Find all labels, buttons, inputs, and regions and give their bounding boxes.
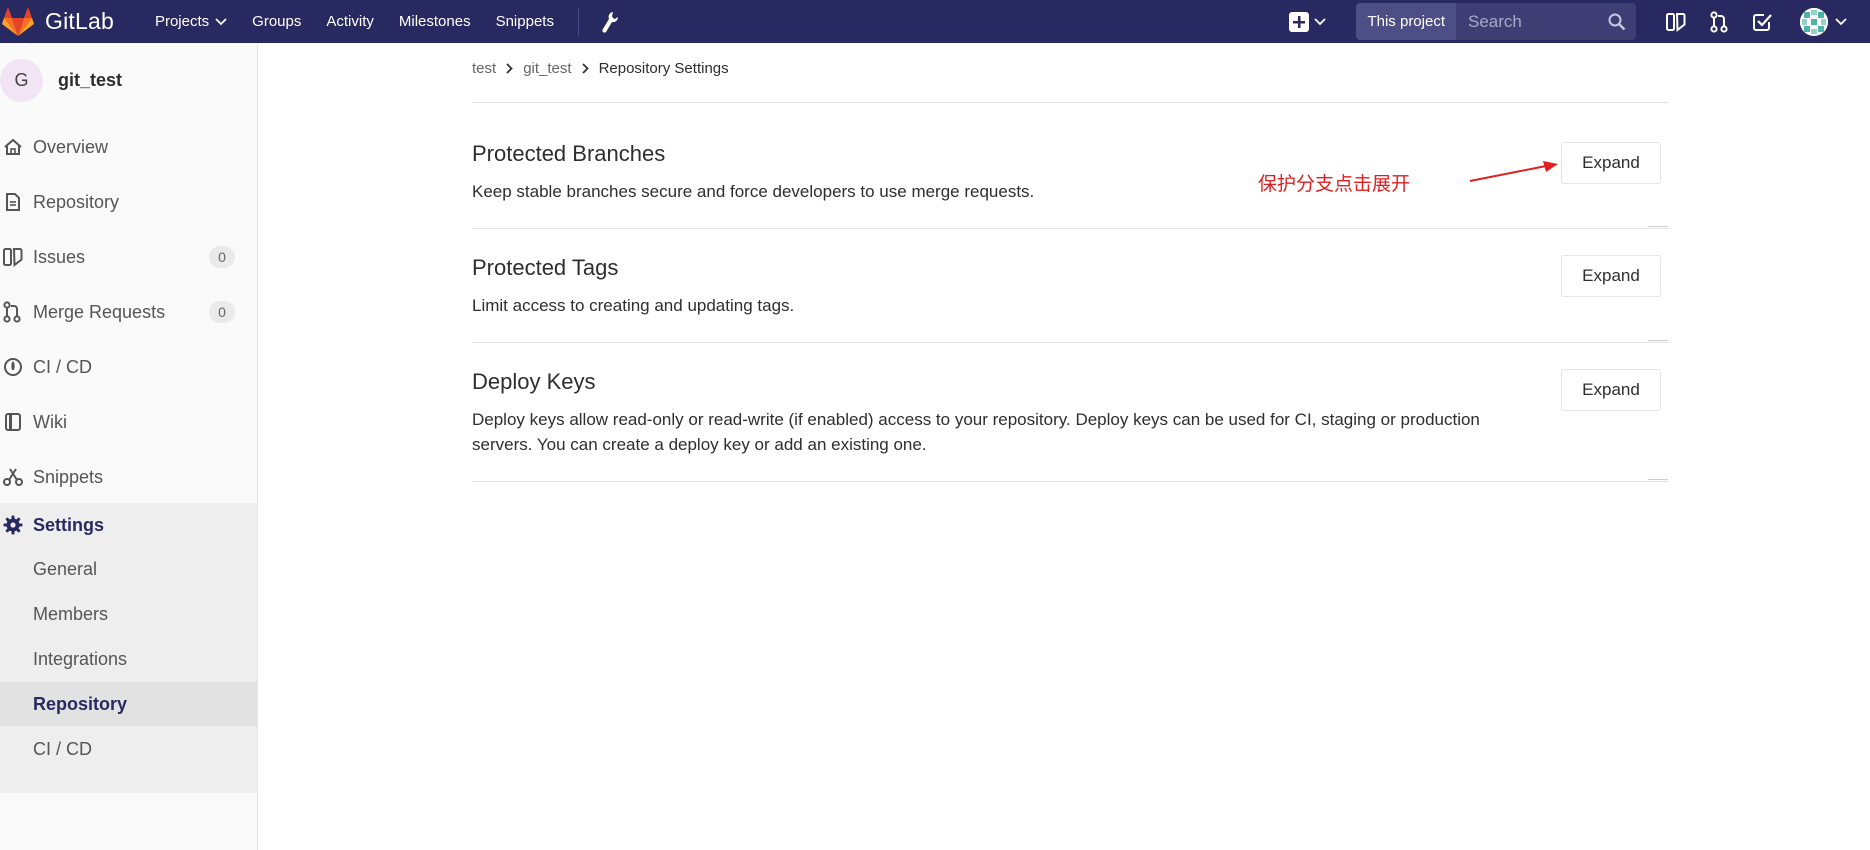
annotation-arrow-icon — [1469, 161, 1558, 182]
search-box — [1456, 3, 1636, 40]
search-input[interactable] — [1468, 11, 1604, 32]
sidebar-item-label: Issues — [33, 246, 86, 267]
sidebar-item-label: Wiki — [33, 411, 67, 432]
sidebar-item-wiki[interactable]: Wiki — [0, 400, 257, 444]
section-divider-tick — [1648, 479, 1668, 480]
chevron-down-icon — [1835, 17, 1847, 25]
breadcrumb-divider — [472, 102, 1669, 103]
settings-sub-repository[interactable]: Repository — [0, 682, 257, 726]
settings-submenu: Settings General Members Integrations Re… — [0, 503, 257, 793]
search-form: This project — [1356, 3, 1636, 40]
sidebar-item-label: Settings — [33, 514, 105, 535]
issues-count-badge: 0 — [209, 246, 235, 268]
breadcrumb-current[interactable]: Repository Settings — [599, 60, 729, 77]
sidebar-item-merge-requests[interactable]: Merge Requests 0 — [0, 290, 257, 334]
section-description: Deploy keys allow read-only or read-writ… — [472, 410, 1480, 454]
merge-requests-nav-icon[interactable] — [1710, 10, 1728, 33]
chevron-down-icon — [215, 13, 227, 30]
section-divider-tick — [1648, 226, 1668, 227]
merge-requests-count-badge: 0 — [209, 301, 235, 323]
project-avatar: G — [0, 58, 43, 102]
user-avatar — [1800, 7, 1828, 36]
gitlab-logo-icon — [2, 6, 34, 36]
deploy-keys-section: Deploy Keys Deploy keys allow read-only … — [472, 369, 1669, 457]
sidebar-item-label: Repository — [33, 191, 120, 212]
scissors-icon — [3, 467, 25, 487]
breadcrumb-project-link[interactable]: git_test — [523, 60, 571, 77]
issues-nav-icon[interactable] — [1666, 12, 1686, 32]
section-divider-tick — [1648, 340, 1668, 341]
issues-icon — [3, 247, 25, 267]
nav-projects[interactable]: Projects — [155, 13, 227, 30]
breadcrumb-group-link[interactable]: test — [472, 60, 496, 77]
project-sidebar: G git_test Overview Repository Issues 0 … — [0, 43, 258, 850]
section-description: Limit access to creating and updating ta… — [472, 296, 795, 315]
brand-name: GitLab — [45, 8, 114, 34]
merge-request-icon — [3, 301, 25, 323]
chevron-down-icon — [1314, 17, 1327, 25]
section-divider — [472, 481, 1669, 482]
expand-button-protected-tags[interactable]: Expand — [1561, 255, 1661, 297]
doc-icon — [3, 192, 25, 212]
sidebar-item-settings[interactable]: Settings — [0, 503, 257, 547]
book-icon — [3, 412, 25, 432]
nav-milestones[interactable]: Milestones — [399, 13, 471, 30]
nav-groups[interactable]: Groups — [252, 13, 301, 30]
sidebar-item-label: Merge Requests — [33, 301, 166, 322]
annotation-text: 保护分支点击展开 — [1258, 173, 1411, 195]
sidebar-item-repository[interactable]: Repository — [0, 180, 257, 224]
section-title: Deploy Keys — [472, 369, 596, 394]
nav-divider — [577, 7, 579, 36]
sidebar-project-header[interactable]: G git_test — [0, 43, 257, 117]
breadcrumb: test git_test Repository Settings — [472, 60, 729, 77]
settings-sub-members[interactable]: Members — [0, 592, 257, 636]
plus-square-icon — [1289, 11, 1310, 32]
search-scope-badge[interactable]: This project — [1356, 3, 1456, 40]
settings-sub-general[interactable]: General — [0, 547, 257, 591]
gitlab-home-link[interactable]: GitLab — [0, 0, 114, 43]
settings-sub-ci-cd[interactable]: CI / CD — [0, 727, 257, 771]
nav-snippets[interactable]: Snippets — [496, 13, 554, 30]
nav-activity[interactable]: Activity — [326, 13, 374, 30]
rocket-icon — [3, 357, 25, 377]
sidebar-item-overview[interactable]: Overview — [0, 125, 257, 169]
main-nav: Projects Groups Activity Milestones Snip… — [155, 0, 619, 43]
expand-button-protected-branches[interactable]: Expand — [1561, 142, 1661, 184]
top-navbar: GitLab Projects Groups Activity Mileston… — [0, 0, 1870, 43]
search-icon[interactable] — [1608, 13, 1626, 31]
chevron-right-icon — [581, 63, 589, 74]
section-divider — [472, 342, 1669, 343]
sidebar-item-ci-cd[interactable]: CI / CD — [0, 345, 257, 389]
nav-projects-label: Projects — [154, 13, 210, 30]
nav-right: This project — [1289, 0, 1870, 43]
chevron-right-icon — [506, 63, 513, 74]
new-item-dropdown[interactable] — [1289, 11, 1327, 32]
project-name: git_test — [58, 69, 123, 90]
sidebar-item-label: Snippets — [33, 466, 104, 487]
user-menu[interactable] — [1800, 7, 1847, 36]
protected-tags-section: Protected Tags Limit access to creating … — [472, 255, 1669, 318]
admin-wrench-icon[interactable] — [601, 11, 619, 33]
gear-icon — [3, 515, 25, 535]
settings-sub-integrations[interactable]: Integrations — [0, 637, 257, 681]
home-icon — [3, 137, 25, 157]
expand-button-deploy-keys[interactable]: Expand — [1561, 369, 1661, 411]
todos-nav-icon[interactable] — [1752, 12, 1772, 32]
section-title: Protected Tags — [472, 255, 619, 280]
sidebar-item-label: CI / CD — [33, 356, 93, 377]
sidebar-item-snippets[interactable]: Snippets — [0, 455, 257, 499]
section-divider — [472, 228, 1669, 229]
sidebar-item-label: Overview — [33, 136, 109, 157]
sidebar-item-issues[interactable]: Issues 0 — [0, 235, 257, 279]
